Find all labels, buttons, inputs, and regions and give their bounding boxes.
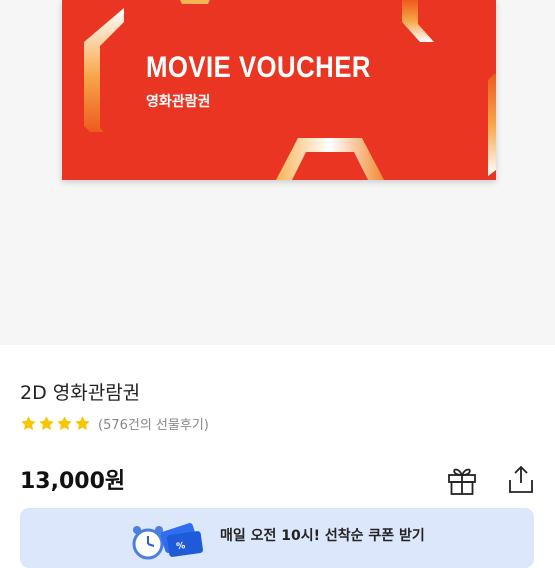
star-icon [57,416,72,431]
svg-text:%: % [176,541,186,552]
voucher-frame-decoration [84,0,496,180]
coupon-banner[interactable]: % 매일 오전 10시! 선착순 쿠폰 받기 [20,508,534,568]
movie-voucher-image: MOVIE VOUCHER 영화관람권 [62,0,496,180]
share-button[interactable] [506,464,536,496]
star-icon [21,416,36,431]
alarm-clock-icon [132,526,164,560]
gift-button[interactable] [446,464,478,496]
star-icon [39,416,54,431]
voucher-subtitle: 영화관람권 [146,94,211,110]
product-image-area: MOVIE VOUCHER 영화관람권 [0,0,555,345]
coupon-ticket-icon: % [160,523,203,557]
rating-row[interactable]: (576건의 선물후기) [20,414,209,433]
review-count-link[interactable]: (576건의 선물후기) [98,414,209,433]
star-icon [75,416,90,431]
product-info-section: 2D 영화관람권 (576건의 선물후기) 13,000원 % 매일 오전 10… [0,345,555,568]
coupon-illustration: % [132,523,203,560]
product-title: 2D 영화관람권 [20,382,141,404]
share-icon [509,465,533,493]
voucher-title: MOVIE VOUCHER [146,51,371,84]
gift-icon [448,468,476,495]
product-price: 13,000원 [20,469,126,494]
coupon-banner-text: 매일 오전 10시! 선착순 쿠폰 받기 [220,528,425,544]
